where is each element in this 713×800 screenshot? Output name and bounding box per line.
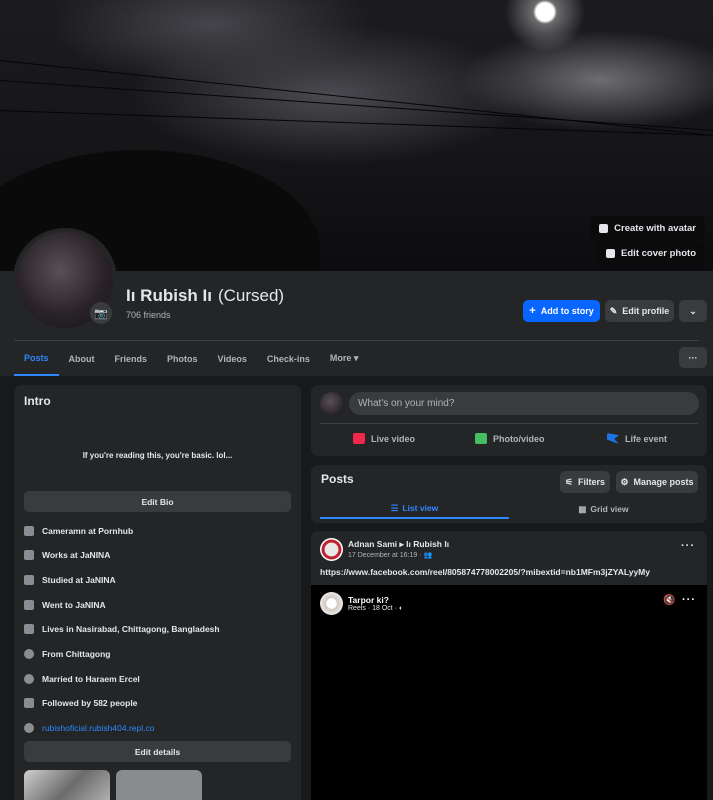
tab-videos[interactable]: Videos <box>208 341 257 376</box>
post-card: Adnan Sami ▸ Iı Rubish Iı 17 December at… <box>311 531 707 800</box>
heart-icon <box>24 674 34 684</box>
tab-more[interactable]: More ▾ <box>320 341 369 376</box>
edit-profile-button[interactable]: ✎ Edit profile <box>605 300 674 322</box>
mute-icon[interactable]: 🔇 <box>663 595 675 606</box>
life-event-button[interactable]: Life event <box>607 433 667 444</box>
chevron-down-icon: ⌄ <box>689 305 697 316</box>
plus-icon: + <box>529 305 536 317</box>
grid-view-tab[interactable]: ▦ Grid view <box>509 499 698 519</box>
list-view-tab[interactable]: ☰ List view <box>320 499 509 519</box>
camera-icon <box>606 248 616 258</box>
featured-photo[interactable] <box>24 770 110 800</box>
tab-check-ins[interactable]: Check-ins <box>257 341 320 376</box>
pencil-icon: ✎ <box>609 305 618 316</box>
reel-meta: Reels · 18 Oct · ◐ <box>348 605 404 612</box>
avatar[interactable] <box>320 538 343 561</box>
detail-education-1: Studied at JaNINA <box>24 575 116 585</box>
reel-title[interactable]: Tarpor ki? <box>348 595 389 605</box>
create-avatar-button[interactable]: Create with avatar <box>590 216 705 240</box>
gear-icon: ⚙ <box>620 476 629 487</box>
briefcase-icon <box>24 550 34 560</box>
filter-icon: ⚟ <box>564 476 574 487</box>
profile-options-button[interactable]: ⌄ <box>679 300 707 322</box>
post-options-button[interactable]: ··· <box>681 540 695 552</box>
profile-tabs: Posts About Friends Photos Videos Check-… <box>14 341 368 376</box>
globe-icon <box>24 723 34 733</box>
manage-posts-button[interactable]: ⚙ Manage posts <box>616 471 698 493</box>
avatar[interactable] <box>320 592 343 615</box>
composer-divider <box>320 423 698 424</box>
graduation-cap-icon <box>24 600 34 610</box>
tab-photos[interactable]: Photos <box>157 341 208 376</box>
live-video-button[interactable]: Live video <box>353 433 415 444</box>
home-icon <box>24 624 34 634</box>
reel-video[interactable]: Tarpor ki? Reels · 18 Oct · ◐ 🔇 ··· <box>311 585 707 800</box>
edit-details-button[interactable]: Edit details <box>24 741 291 762</box>
add-to-story-button[interactable]: + Add to story <box>523 300 600 322</box>
post-author[interactable]: Adnan Sami ▸ Iı Rubish Iı <box>348 539 449 550</box>
flag-icon <box>607 433 619 444</box>
detail-work-2: Works at JaNINA <box>24 550 110 560</box>
profile-name: Iı Rubish Iı (Cursed) <box>126 286 285 305</box>
filters-button[interactable]: ⚟ Filters <box>560 471 610 493</box>
edit-cover-photo-button[interactable]: Edit cover photo <box>597 241 705 265</box>
post-link[interactable]: https://www.facebook.com/reel/8058747780… <box>320 567 650 577</box>
cover-photo: Create with avatar Edit cover photo <box>0 0 713 271</box>
bio-text: If you're reading this, you're basic. lo… <box>82 451 233 460</box>
rss-icon <box>24 698 34 708</box>
grid-icon: ▦ <box>578 503 587 514</box>
avatar[interactable] <box>320 392 343 415</box>
intro-card: Intro If you're reading this, you're bas… <box>14 385 301 800</box>
camera-icon[interactable]: 📷 <box>90 302 112 324</box>
edit-bio-button[interactable]: Edit Bio <box>24 491 291 512</box>
photo-video-button[interactable]: Photo/video <box>475 433 545 444</box>
detail-lives-in: Lives in Nasirabad, Chittagong, Banglade… <box>24 624 220 634</box>
avatar-icon <box>599 223 609 233</box>
posts-title: Posts <box>321 472 354 486</box>
detail-relationship: Married to Haraem Ercel <box>24 674 140 684</box>
tab-posts[interactable]: Posts <box>14 341 59 376</box>
intro-title: Intro <box>24 394 51 408</box>
reel-options-button[interactable]: ··· <box>682 594 696 606</box>
briefcase-icon <box>24 526 34 536</box>
post-timestamp[interactable]: 17 December at 16:19 · 👥 <box>348 551 432 559</box>
featured-photo[interactable] <box>116 770 202 800</box>
tab-friends[interactable]: Friends <box>105 341 158 376</box>
tab-about[interactable]: About <box>59 341 105 376</box>
detail-education-2: Went to JaNINA <box>24 600 106 610</box>
composer-card: What's on your mind? Live video Photo/vi… <box>311 385 707 456</box>
detail-website[interactable]: rubishoficial.rubish404.repl.co <box>24 723 154 733</box>
location-pin-icon <box>24 649 34 659</box>
posts-header-card: Posts ⚟ Filters ⚙ Manage posts ☰ List vi… <box>311 465 707 523</box>
photo-icon <box>475 433 487 444</box>
live-video-icon <box>353 433 365 444</box>
detail-work-1: Cameramn at Pornhub <box>24 526 133 536</box>
whats-on-your-mind-input[interactable]: What's on your mind? <box>349 392 699 415</box>
detail-followers[interactable]: Followed by 582 people <box>24 698 137 708</box>
detail-from: From Chittagong <box>24 649 110 659</box>
tabs-more-options-button[interactable]: ··· <box>679 347 707 368</box>
list-icon: ☰ <box>390 502 399 513</box>
graduation-cap-icon <box>24 575 34 585</box>
friend-count[interactable]: 706 friends <box>126 310 171 320</box>
